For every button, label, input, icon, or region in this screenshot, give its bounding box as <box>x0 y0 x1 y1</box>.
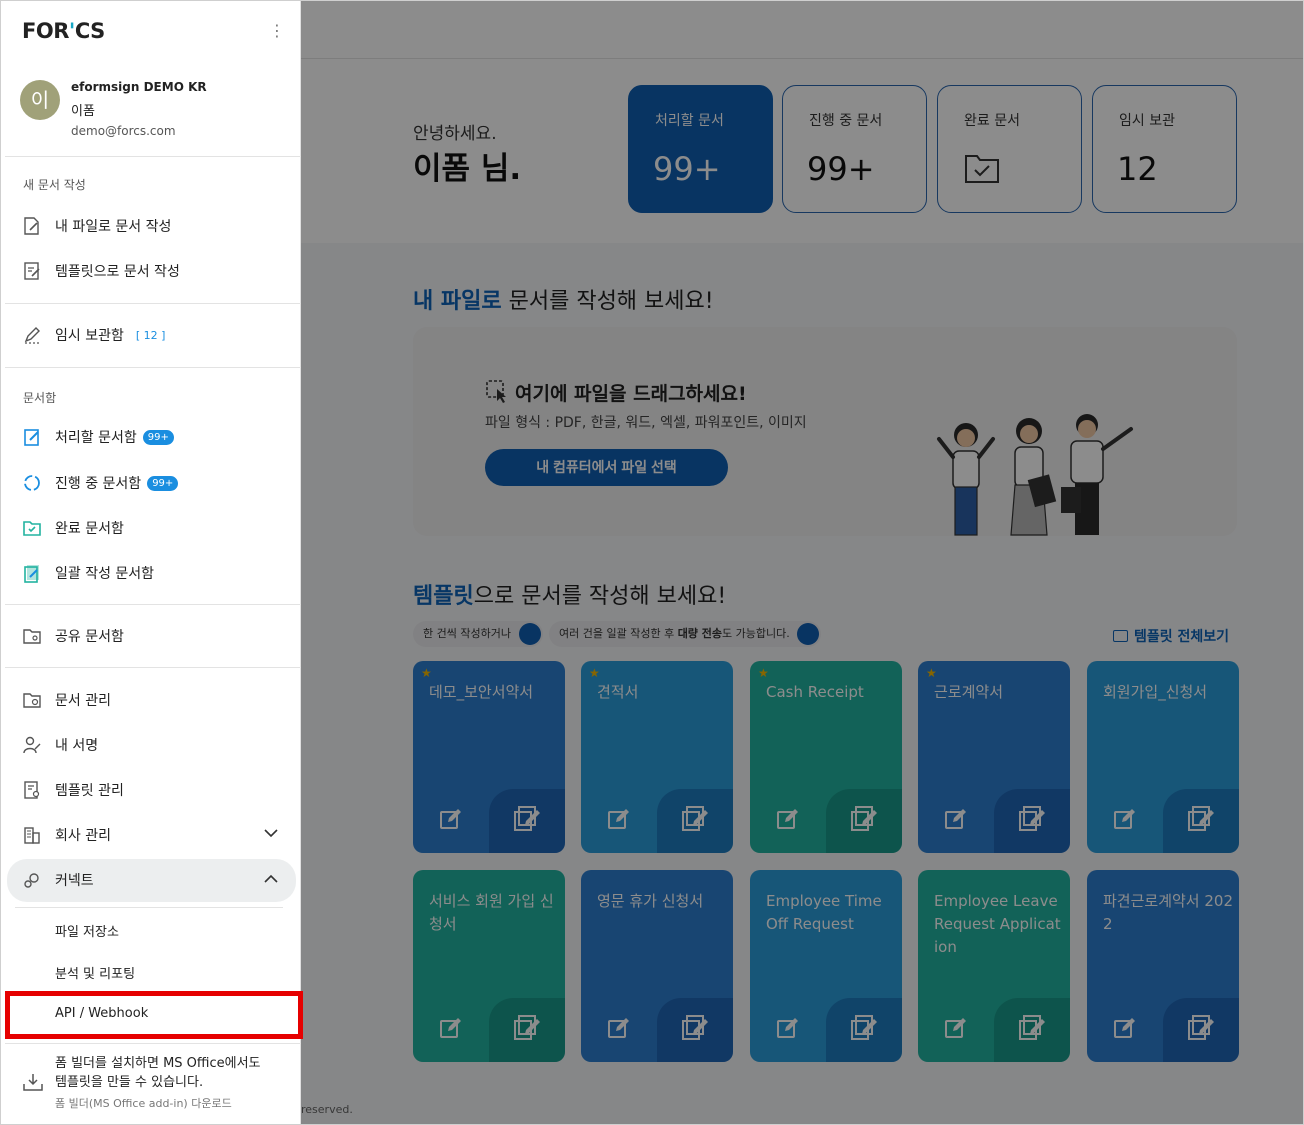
connect-gears-icon <box>24 873 39 888</box>
dim-overlay[interactable] <box>301 1 1303 1124</box>
progress-cycle-icon <box>24 475 40 491</box>
highlight-box <box>5 991 303 1039</box>
group-new-document: 새 문서 작성 <box>23 178 86 192</box>
document-gear-icon <box>23 693 41 708</box>
divider <box>5 667 301 668</box>
forcs-logo[interactable]: FOR'CS <box>22 19 105 43</box>
template-pen-icon <box>24 262 40 280</box>
sidebar-subitem-api-webhook[interactable]: API / Webhook <box>55 1006 148 1021</box>
sidebar-item-label: 회사 관리 <box>55 828 111 844</box>
sidebar-item-label: 내 파일로 문서 작성 <box>55 219 172 235</box>
chevron-down-icon[interactable] <box>263 827 279 841</box>
sidebar-item-temp-box[interactable]: 임시 보관함 [ 12 ] <box>22 322 165 348</box>
sidebar-item-label: 진행 중 문서함 <box>55 476 142 492</box>
sidebar-item-label: 임시 보관함 <box>55 328 124 344</box>
avatar[interactable]: 이 <box>20 80 60 120</box>
sidebar-item-label: 일괄 작성 문서함 <box>55 566 155 582</box>
sidebar-item-template-manage[interactable]: 템플릿 관리 <box>22 777 124 803</box>
count-badge: 99+ <box>147 475 179 491</box>
sidebar-item-shared-box[interactable]: 공유 문서함 <box>22 623 124 649</box>
sidebar-item-label: 템플릿으로 문서 작성 <box>55 264 180 280</box>
pencil-icon <box>24 327 40 344</box>
sidebar-item-document-manage[interactable]: 문서 관리 <box>22 687 111 713</box>
divider <box>5 303 301 304</box>
form-builder-download-link[interactable]: 폼 빌더(MS Office add-in) 다운로드 <box>55 1095 232 1111</box>
chevron-up-icon[interactable] <box>263 873 279 887</box>
sidebar-item-label: 커넥트 <box>55 873 94 889</box>
download-icon <box>23 1074 43 1091</box>
sidebar-subitem-analytics[interactable]: 분석 및 리포팅 <box>55 963 135 982</box>
todo-document-icon <box>24 429 39 446</box>
building-icon <box>24 827 40 844</box>
user-email: demo@forcs.com <box>71 124 176 138</box>
promo-line: 폼 빌더를 설치하면 MS Office에서도 <box>55 1056 261 1071</box>
sidebar-item-todo-box[interactable]: 처리할 문서함 99+ <box>22 424 174 450</box>
divider <box>15 907 283 908</box>
app-window: 안녕하세요. 이폼 님. 처리할 문서 99+ 진행 중 문서 99+ 완료 문… <box>0 0 1304 1125</box>
folder-check-icon <box>23 521 41 536</box>
shared-folder-icon <box>23 629 41 644</box>
sidebar-item-label: 템플릿 관리 <box>55 783 124 799</box>
sidebar-item-label: 처리할 문서함 <box>55 430 137 446</box>
more-vertical-icon[interactable]: ⋮ <box>269 21 285 40</box>
form-builder-promo: 폼 빌더를 설치하면 MS Office에서도 템플릿을 만들 수 있습니다. <box>55 1054 261 1092</box>
sidebar: FOR'CS ⋮ 이 eformsign DEMO KR 이폼 demo@for… <box>1 1 303 1124</box>
sidebar-item-my-signature[interactable]: 내 서명 <box>22 732 98 758</box>
count-badge: 99+ <box>142 429 174 445</box>
bulk-document-icon <box>24 565 39 583</box>
sidebar-subitem-file-storage[interactable]: 파일 저장소 <box>55 921 119 940</box>
sidebar-item-label: 완료 문서함 <box>55 521 124 537</box>
sidebar-item-label: 내 서명 <box>55 738 99 754</box>
main-content: 안녕하세요. 이폼 님. 처리할 문서 99+ 진행 중 문서 99+ 완료 문… <box>301 1 1303 1124</box>
divider <box>5 1043 301 1044</box>
sidebar-item-label: 공유 문서함 <box>55 629 124 645</box>
group-document-box: 문서함 <box>23 391 57 405</box>
user-signature-icon <box>23 736 41 754</box>
sidebar-item-label: 문서 관리 <box>55 693 111 709</box>
user-company: eformsign DEMO KR <box>71 80 207 94</box>
sidebar-item-company-manage[interactable]: 회사 관리 <box>22 822 111 848</box>
sidebar-item-in-progress-box[interactable]: 진행 중 문서함 99+ <box>22 470 179 496</box>
divider <box>5 367 301 368</box>
sidebar-item-new-from-template[interactable]: 템플릿으로 문서 작성 <box>22 258 180 284</box>
template-gear-icon <box>24 781 40 799</box>
sidebar-item-connect[interactable]: 커넥트 <box>22 867 94 893</box>
sidebar-item-completed-box[interactable]: 완료 문서함 <box>22 515 124 541</box>
divider <box>5 156 301 157</box>
temp-count: [ 12 ] <box>135 328 166 342</box>
sidebar-item-new-from-file[interactable]: 내 파일로 문서 작성 <box>22 213 171 239</box>
sidebar-item-bulk-box[interactable]: 일괄 작성 문서함 <box>22 560 154 586</box>
file-pen-icon <box>24 217 39 235</box>
user-name: 이폼 <box>71 104 95 119</box>
divider <box>5 604 301 605</box>
promo-line: 템플릿을 만들 수 있습니다. <box>55 1075 204 1090</box>
